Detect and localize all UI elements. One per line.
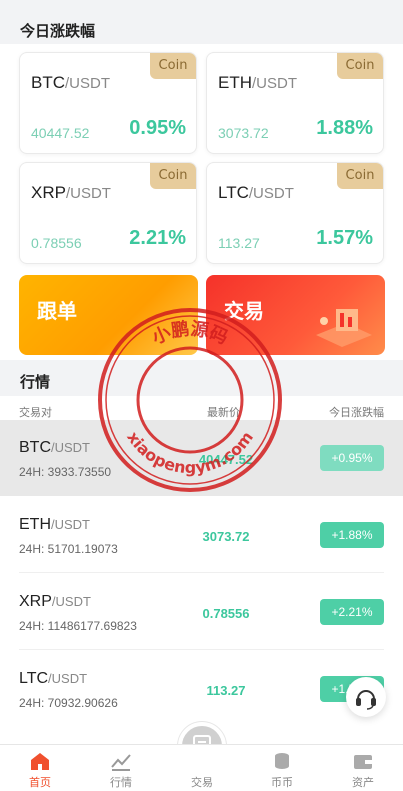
tab-label: 资产 (352, 776, 374, 789)
card-change: 1.57% (316, 227, 373, 249)
col-head-pair: 交易对 (19, 406, 52, 419)
market-section-header: 行情 (0, 363, 403, 399)
trade-illustration (316, 309, 372, 347)
row-last-price: 40447.52 (198, 452, 254, 467)
market-row-eth[interactable]: ETH/USDT 24H: 51701.19073 3073.72 +1.88% (0, 497, 403, 573)
coins-icon (275, 753, 289, 769)
market-section-title: 行情 (20, 373, 51, 391)
row-divider (19, 572, 384, 573)
tab-label: 币币 (271, 776, 293, 789)
market-row-ltc[interactable]: LTC/USDT 24H: 70932.90626 113.27 +1.57% (0, 651, 403, 727)
tab-label: 行情 (110, 776, 132, 789)
coin-card-eth[interactable]: ETH/USDT Coin 3073.72 1.88% (206, 52, 384, 154)
row-pair: ETH/USDT (19, 516, 90, 533)
follow-banner[interactable]: 跟单 (19, 275, 198, 355)
card-price: 0.78556 (31, 235, 82, 251)
card-pair: XRP/USDT (31, 183, 111, 202)
coin-card-ltc[interactable]: LTC/USDT Coin 113.27 1.57% (206, 162, 384, 264)
card-pair: LTC/USDT (218, 183, 294, 202)
row-volume: 24H: 70932.90626 (19, 696, 118, 710)
row-pair: LTC/USDT (19, 670, 88, 687)
tab-coin[interactable]: 币币 (242, 745, 322, 791)
market-row-btc[interactable]: BTC/USDT 24H: 3933.73550 40447.52 +0.95% (0, 420, 403, 496)
tab-home[interactable]: 首页 (0, 745, 80, 791)
bottom-tab-bar: 首页 行情 交易 币币 资产 (0, 744, 403, 791)
tab-label: 交易 (191, 776, 213, 789)
coin-card-btc[interactable]: BTC/USDT Coin 40447.52 0.95% (19, 52, 197, 154)
market-list: 交易对 最新价 今日涨跌幅 BTC/USDT 24H: 3933.73550 4… (0, 396, 403, 746)
col-head-change: 今日涨跌幅 (329, 406, 384, 419)
row-volume: 24H: 3933.73550 (19, 465, 112, 479)
headset-icon (356, 690, 376, 710)
card-pair: ETH/USDT (218, 73, 297, 92)
customer-service-button[interactable] (346, 677, 386, 717)
coin-badge: Coin (337, 163, 383, 189)
row-pair: XRP/USDT (19, 593, 91, 610)
wallet-icon (354, 755, 372, 769)
tab-trade[interactable]: 交易 (162, 745, 242, 791)
card-change: 0.95% (129, 117, 186, 139)
row-divider (19, 649, 384, 650)
trade-banner-label: 交易 (224, 299, 264, 323)
coin-badge: Coin (337, 53, 383, 79)
row-change-badge: +1.88% (320, 522, 384, 548)
card-change: 1.88% (316, 117, 373, 139)
coin-badge: Coin (150, 163, 196, 189)
card-change: 2.21% (129, 227, 186, 249)
coin-badge: Coin (150, 53, 196, 79)
row-pair: BTC/USDT (19, 439, 90, 456)
row-change-badge: +2.21% (320, 599, 384, 625)
card-pair: BTC/USDT (31, 73, 110, 92)
follow-banner-label: 跟单 (37, 299, 77, 323)
card-price: 113.27 (218, 235, 260, 251)
chart-icon (111, 754, 131, 771)
card-price: 3073.72 (218, 125, 269, 141)
tab-market[interactable]: 行情 (81, 745, 161, 791)
col-head-last: 最新价 (207, 406, 240, 419)
tab-label: 首页 (29, 776, 51, 789)
row-volume: 24H: 11486177.69823 (19, 619, 137, 633)
row-volume: 24H: 51701.19073 (19, 542, 118, 556)
coin-card-xrp[interactable]: XRP/USDT Coin 0.78556 2.21% (19, 162, 197, 264)
today-section-header: 今日涨跌幅 (0, 12, 403, 48)
row-change-badge: +0.95% (320, 445, 384, 471)
market-row-xrp[interactable]: XRP/USDT 24H: 11486177.69823 0.78556 +2.… (0, 574, 403, 650)
tab-assets[interactable]: 资产 (323, 745, 403, 791)
today-section-title: 今日涨跌幅 (20, 22, 96, 40)
row-last-price: 0.78556 (202, 606, 250, 621)
home-icon (31, 753, 49, 770)
trade-banner[interactable]: 交易 (206, 275, 385, 355)
card-price: 40447.52 (31, 125, 90, 141)
row-last-price: 3073.72 (202, 529, 250, 544)
row-last-price: 113.27 (206, 683, 246, 698)
